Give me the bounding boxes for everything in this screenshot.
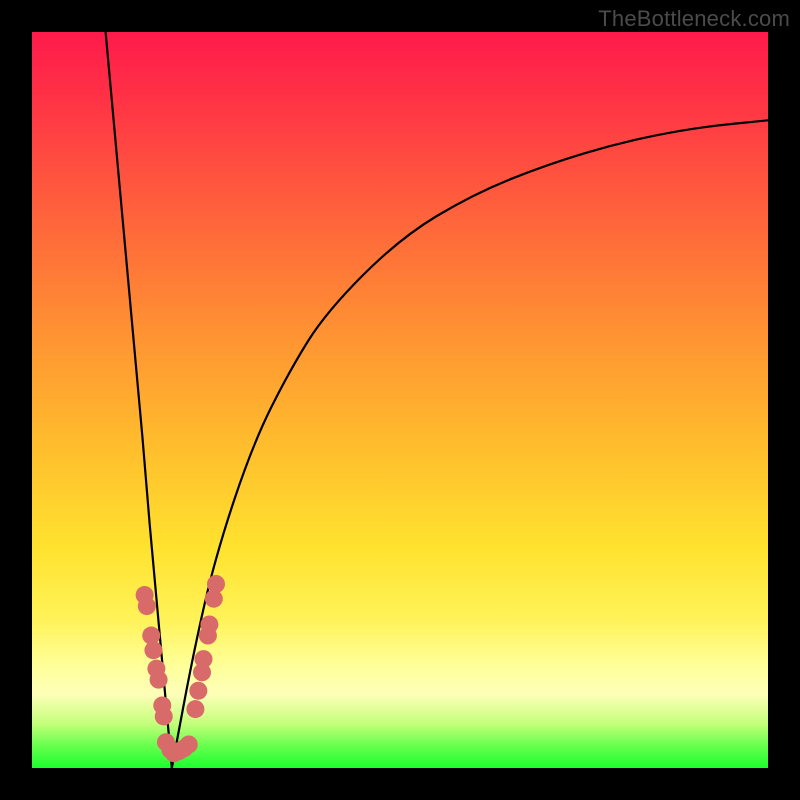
- right-limb-curve: [172, 120, 768, 768]
- data-dot: [180, 735, 198, 753]
- dots-group: [136, 575, 225, 762]
- watermark-text: TheBottleneck.com: [598, 6, 790, 32]
- data-dot: [138, 597, 156, 615]
- plot-area: [32, 32, 768, 768]
- data-dot: [200, 615, 218, 633]
- chart-frame: TheBottleneck.com: [0, 0, 800, 800]
- data-dot: [186, 700, 204, 718]
- data-dot: [150, 671, 168, 689]
- data-dot: [144, 641, 162, 659]
- curves-svg: [32, 32, 768, 768]
- left-limb-curve: [106, 32, 172, 768]
- data-dot: [189, 682, 207, 700]
- data-dot: [207, 575, 225, 593]
- data-dot: [155, 707, 173, 725]
- data-dot: [194, 650, 212, 668]
